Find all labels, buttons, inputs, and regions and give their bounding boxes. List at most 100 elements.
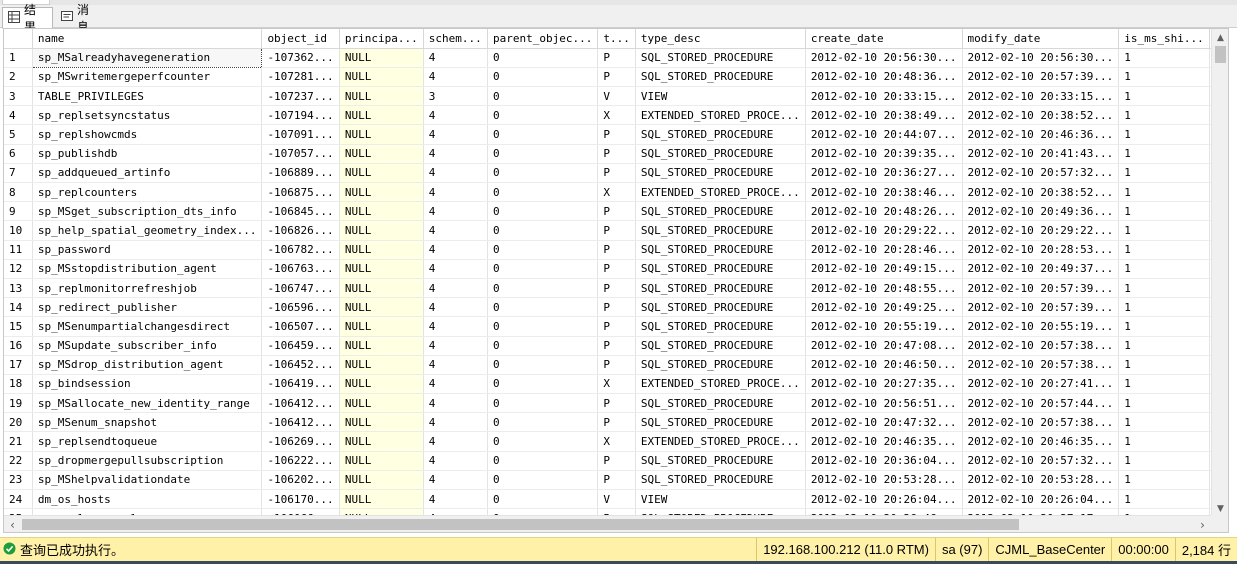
table-cell[interactable]: 2012-02-10 20:27:41...: [962, 374, 1120, 395]
table-cell[interactable]: NULL: [339, 278, 424, 299]
table-cell[interactable]: SQL_STORED_PROCEDURE: [635, 144, 806, 164]
table-cell[interactable]: 0: [487, 374, 599, 395]
table-cell[interactable]: 2012-02-10 20:57:32...: [962, 451, 1120, 471]
table-cell[interactable]: sp_addqueued_artinfo: [32, 163, 263, 184]
table-cell[interactable]: SQL_STORED_PROCEDURE: [635, 48, 806, 68]
table-cell[interactable]: TABLE_PRIVILEGES: [32, 86, 263, 107]
table-cell[interactable]: P: [597, 336, 636, 356]
table-cell[interactable]: -106202...: [261, 470, 340, 491]
table-cell[interactable]: 1: [1118, 297, 1210, 318]
table-cell[interactable]: 0: [487, 220, 599, 241]
table-cell[interactable]: EXTENDED_STORED_PROCE...: [635, 182, 806, 203]
table-cell[interactable]: 4: [423, 220, 489, 241]
table-cell[interactable]: sp_redirect_publisher: [32, 297, 263, 318]
row-number[interactable]: 22: [4, 451, 33, 471]
table-cell[interactable]: 2012-02-10 20:36:04...: [805, 451, 963, 471]
row-number[interactable]: 19: [4, 393, 33, 414]
table-cell[interactable]: 2012-02-10 20:26:04...: [805, 489, 963, 510]
table-cell[interactable]: sp_MSget_subscription_dts_info: [32, 201, 263, 222]
table-row[interactable]: 10 sp_help_spatial_geometry_index... -1068…: [4, 220, 1228, 241]
table-row[interactable]: 21 sp_replsendtoqueue -106269... NULL 4 0 X EXT…: [4, 431, 1228, 452]
table-cell[interactable]: 2012-02-10 20:55:19...: [962, 316, 1120, 337]
table-cell[interactable]: 4: [423, 259, 489, 279]
column-header[interactable]: type_desc: [635, 29, 806, 49]
table-row[interactable]: 5 sp_replshowcmds -107091... NULL 4 0 P SQL_STO…: [4, 124, 1228, 145]
table-cell[interactable]: 2012-02-10 20:57:39...: [962, 67, 1120, 88]
table-cell[interactable]: -106222...: [261, 451, 340, 471]
table-cell[interactable]: NULL: [339, 67, 424, 88]
table-cell[interactable]: sp_MSenum_snapshot: [32, 412, 263, 433]
row-number[interactable]: 14: [4, 297, 33, 318]
table-cell[interactable]: 1: [1118, 451, 1210, 471]
table-cell[interactable]: 2012-02-10 20:48:26...: [805, 201, 963, 222]
table-cell[interactable]: -106826...: [261, 220, 340, 241]
table-cell[interactable]: NULL: [339, 297, 424, 318]
table-cell[interactable]: 0: [487, 431, 599, 452]
table-cell[interactable]: sp_MSdrop_distribution_agent: [32, 355, 263, 375]
row-number[interactable]: 16: [4, 336, 33, 356]
table-cell[interactable]: NULL: [339, 86, 424, 107]
table-cell[interactable]: sp_replcounters: [32, 182, 263, 203]
table-cell[interactable]: SQL_STORED_PROCEDURE: [635, 124, 806, 145]
table-cell[interactable]: NULL: [339, 451, 424, 471]
table-cell[interactable]: 1: [1118, 48, 1210, 68]
column-header[interactable]: schem...: [423, 29, 489, 49]
table-row[interactable]: 4 sp_replsetsyncstatus -107194... NULL 4 0 X EX…: [4, 105, 1228, 126]
table-cell[interactable]: -106889...: [261, 163, 340, 184]
table-cell[interactable]: SQL_STORED_PROCEDURE: [635, 355, 806, 375]
table-cell[interactable]: P: [597, 393, 636, 414]
table-cell[interactable]: sp_replmonitorrefreshjob: [32, 278, 263, 299]
table-row[interactable]: 16 sp_MSupdate_subscriber_info -106459... N…: [4, 336, 1228, 356]
horizontal-scrollbar[interactable]: ‹ ›: [4, 515, 1228, 532]
table-cell[interactable]: 4: [423, 355, 489, 375]
table-cell[interactable]: 3: [423, 86, 489, 107]
table-cell[interactable]: 2012-02-10 20:33:15...: [962, 86, 1120, 107]
row-number[interactable]: 21: [4, 431, 33, 452]
table-cell[interactable]: P: [597, 316, 636, 337]
table-cell[interactable]: 2012-02-10 20:38:52...: [962, 182, 1120, 203]
table-cell[interactable]: P: [597, 220, 636, 241]
table-cell[interactable]: 1: [1118, 412, 1210, 433]
table-cell[interactable]: 1: [1118, 489, 1210, 510]
table-cell[interactable]: 4: [423, 489, 489, 510]
table-cell[interactable]: 0: [487, 105, 599, 126]
row-number[interactable]: 10: [4, 220, 33, 241]
row-number[interactable]: 7: [4, 163, 33, 184]
table-cell[interactable]: NULL: [339, 144, 424, 164]
table-cell[interactable]: 4: [423, 297, 489, 318]
column-header[interactable]: principa...: [339, 29, 424, 49]
table-cell[interactable]: -106170...: [261, 489, 340, 510]
table-cell[interactable]: 0: [487, 316, 599, 337]
table-cell[interactable]: NULL: [339, 124, 424, 145]
row-number[interactable]: 1: [4, 48, 33, 68]
table-cell[interactable]: NULL: [339, 48, 424, 68]
table-cell[interactable]: NULL: [339, 259, 424, 279]
table-cell[interactable]: 2012-02-10 20:56:51...: [805, 393, 963, 414]
column-header[interactable]: is_ms_shi...: [1118, 29, 1210, 49]
table-cell[interactable]: EXTENDED_STORED_PROCE...: [635, 374, 806, 395]
table-cell[interactable]: sp_publishdb: [32, 144, 263, 164]
table-cell[interactable]: 2012-02-10 20:57:38...: [962, 412, 1120, 433]
row-header-corner[interactable]: [4, 29, 33, 49]
table-cell[interactable]: 2012-02-10 20:41:43...: [962, 144, 1120, 164]
table-cell[interactable]: 0: [487, 48, 599, 68]
table-cell[interactable]: 2012-02-10 20:57:38...: [962, 355, 1120, 375]
table-cell[interactable]: -106412...: [261, 412, 340, 433]
results-grid[interactable]: name object_id principa... schem... parent_o…: [3, 28, 1229, 533]
table-cell[interactable]: 2012-02-10 20:57:39...: [962, 278, 1120, 299]
table-cell[interactable]: EXTENDED_STORED_PROCE...: [635, 431, 806, 452]
table-row[interactable]: 1 sp_MSalreadyhavegeneration -107362... NUL…: [4, 47, 1228, 68]
table-cell[interactable]: 1: [1118, 393, 1210, 414]
table-cell[interactable]: -106875...: [261, 182, 340, 203]
horizontal-scroll-thumb[interactable]: [22, 519, 1019, 530]
table-cell[interactable]: NULL: [339, 240, 424, 260]
table-cell[interactable]: 2012-02-10 20:49:37...: [962, 259, 1120, 279]
table-cell[interactable]: 0: [487, 259, 599, 279]
table-cell[interactable]: 0: [487, 144, 599, 164]
table-cell[interactable]: 2012-02-10 20:29:22...: [962, 220, 1120, 241]
table-cell[interactable]: 1: [1118, 67, 1210, 88]
tab-results[interactable]: 结果: [2, 3, 53, 34]
table-cell[interactable]: 1: [1118, 201, 1210, 222]
table-cell[interactable]: sp_MSwritemergeperfcounter: [32, 67, 263, 88]
table-cell[interactable]: 2012-02-10 20:47:32...: [805, 412, 963, 433]
